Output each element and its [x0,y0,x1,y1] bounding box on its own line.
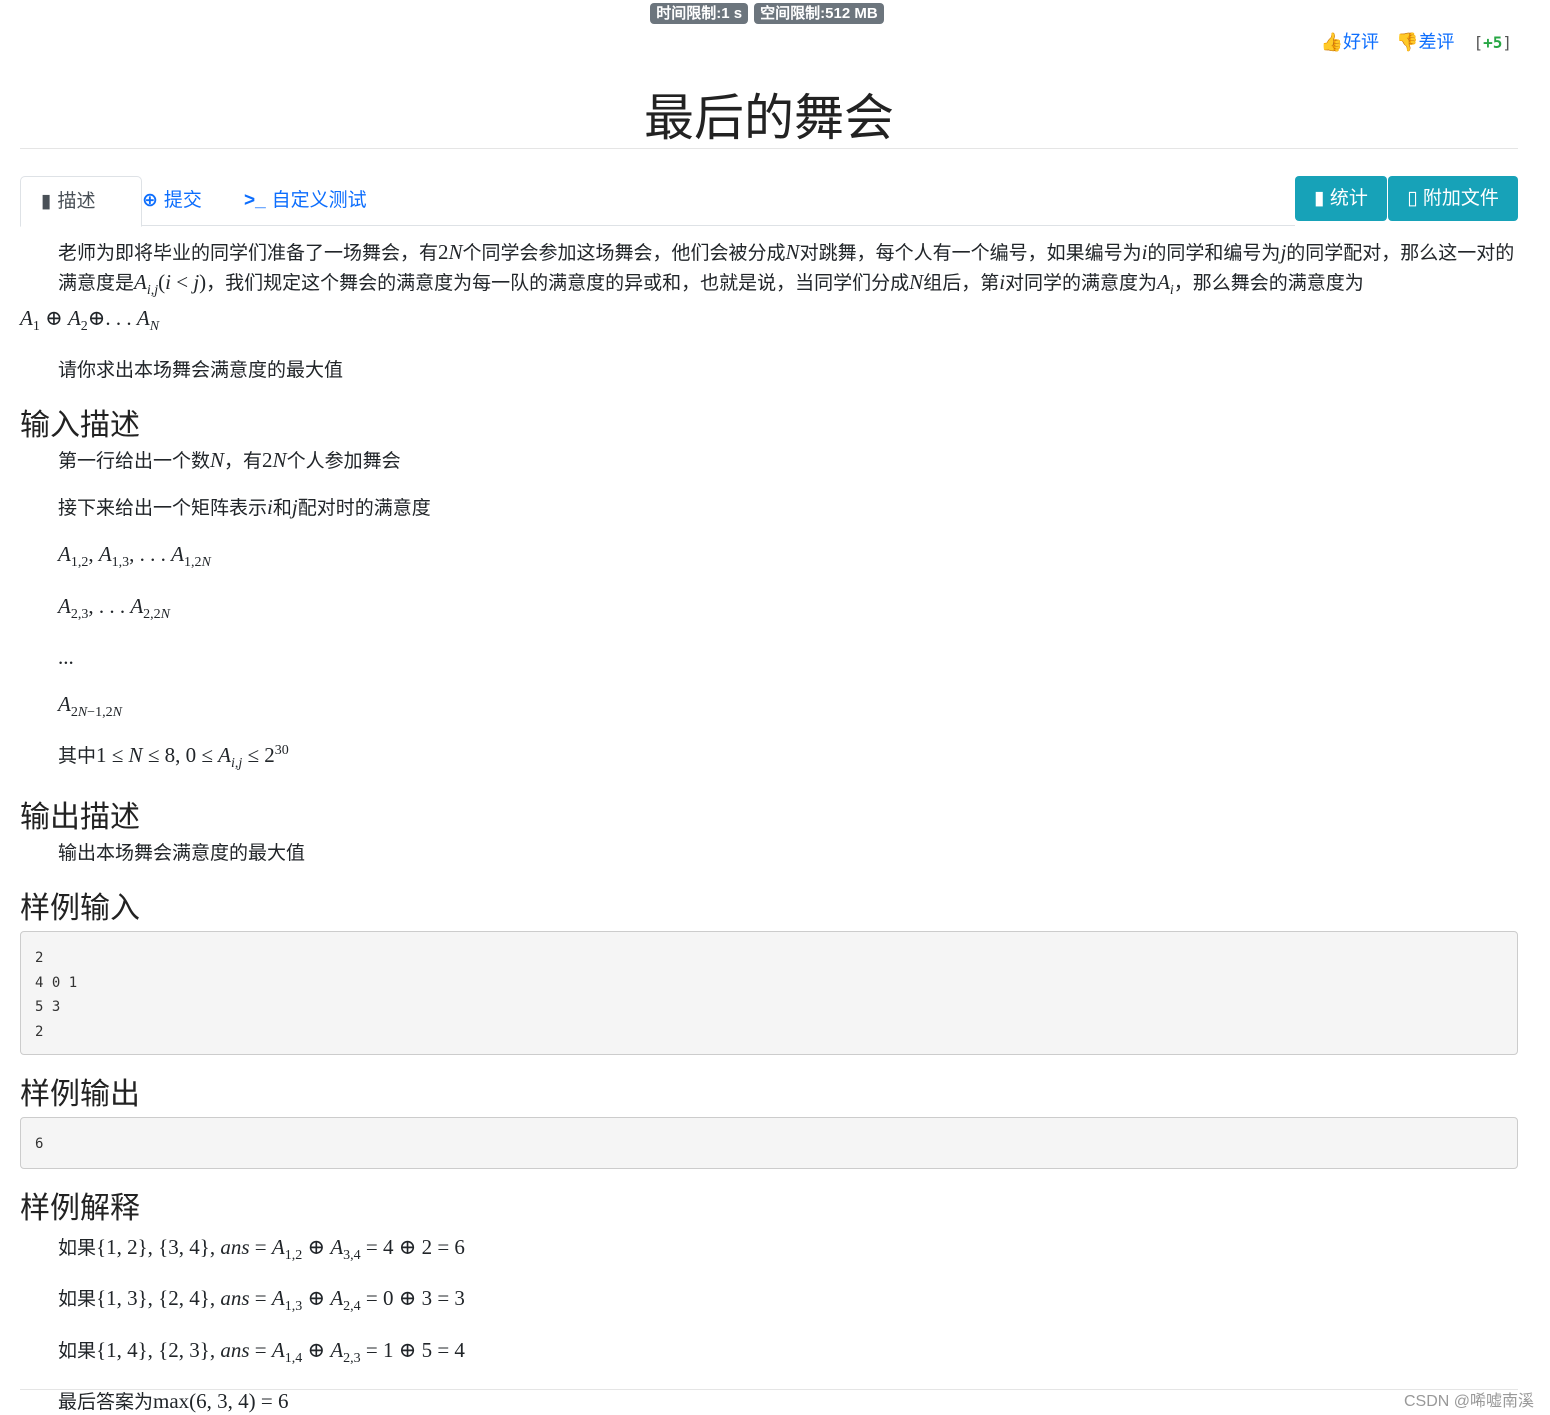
good-vote-link[interactable]: 👍好评 [1321,32,1379,52]
time-limit-badge: 时间限制:1 s [650,3,749,24]
case-prefix: 如果 [58,1289,97,1311]
book-icon: ▮ [41,191,52,212]
attachments-label: 附加文件 [1422,188,1499,209]
desc-text: ，我们规定这个舞会的满意度为每一队的满意度的异或和，也就是说，当同学们分成 [206,273,910,294]
input-heading: 输入描述 [20,409,140,443]
vote-score-value: +5 [1483,33,1503,52]
constraint-text: 其中 [58,745,97,767]
matrix-ellipsis: ... [20,645,1518,670]
math-ellipsis: ... [58,644,74,669]
matrix-row-1: A1,2, A1,3, . . . A1,2N [20,542,1518,571]
watermark: CSDN @唏嘘南溪 [1403,1393,1534,1410]
math-2n: 2N [262,448,287,473]
thumbs-down-icon: 👎 [1396,32,1419,52]
tab-description-label: 描述 [57,191,96,212]
bad-vote-label: 差评 [1418,32,1455,52]
memory-limit-badge: 空间限制:512 MB [754,3,884,24]
problem-content: 老师为即将毕业的同学们准备了一场舞会，有2N个同学会参加这场舞会，他们会被分成N… [20,232,1518,1414]
vote-bar: 👍好评 👎差评 [+5] [1321,28,1512,54]
tab-description[interactable]: ▮ 描述 [20,176,142,227]
desc-text: 对跳舞，每个人有一个编号，如果编号为 [799,243,1142,264]
tab-submit-label: 提交 [163,190,202,211]
desc-text: 个同学会参加这场舞会，他们会被分成 [462,243,786,264]
problem-tabs: ▮ 描述 ⊕ 提交 >_ 自定义测试 [20,176,1295,227]
task-paragraph: 请你求出本场舞会满意度的最大值 [58,360,344,382]
math-ai: Ai [1157,270,1174,299]
input-text: 和 [272,498,292,520]
description-paragraph: 老师为即将毕业的同学们准备了一场舞会，有2N个同学会参加这场舞会，他们会被分成N… [20,232,1518,305]
upload-circle-icon: ⊕ [142,190,158,211]
input-text: 接下来给出一个矩阵表示 [58,498,268,520]
input-text: 第一行给出一个数 [58,451,211,473]
matrix-row-last: A2N−1,2N [20,692,1518,721]
math-n: N [210,448,225,473]
math-final: max(6, 3, 4) = 6 [153,1388,289,1413]
math-2n: 2N [438,240,463,264]
input-text: ，有 [224,451,263,473]
attachments-button[interactable]: ▯ 附加文件 [1388,176,1518,221]
explanation-case-3: 如果{1, 4}, {2, 3}, ans = A1,4 ⊕ A2,3 = 1 … [20,1336,1518,1367]
sample-output-code: 6 [20,1117,1518,1170]
bottom-divider [20,1389,1518,1390]
explanation-case-2: 如果{1, 3}, {2, 4}, ans = A1,3 ⊕ A2,4 = 0 … [20,1284,1518,1315]
sample-input-heading: 样例输入 [20,892,140,926]
problem-title: 最后的舞会 [644,90,894,146]
thumbs-up-icon: 👍 [1320,32,1343,52]
case-prefix: 如果 [58,1238,97,1260]
math-xor-sum: A1 ⊕ A2⊕. . . AN [20,306,160,335]
terminal-icon: >_ [244,190,266,211]
title-divider [20,148,1518,149]
xor-formula: A1 ⊕ A2⊕. . . AN [20,305,1518,335]
desc-text: 组后，第 [923,273,1000,294]
explanation-heading: 样例解释 [20,1192,140,1226]
explanation-final: 最后答案为max(6, 3, 4) = 6 [20,1387,1518,1414]
math-row-1: A1,2, A1,3, . . . A1,2N [58,542,211,571]
stats-label: 统计 [1329,188,1368,209]
final-prefix: 最后答案为 [58,1391,154,1413]
explanation-case-1: 如果{1, 2}, {3, 4}, ans = A1,2 ⊕ A3,4 = 4 … [20,1233,1518,1264]
math-n: N [909,270,924,294]
input-line-2: 接下来给出一个矩阵表示i和j配对时的满意度 [20,493,1518,520]
tab-custom-test-label: 自定义测试 [271,190,367,211]
math-aij: Ai,j(i < j) [134,270,207,299]
output-line: 输出本场舞会满意度的最大值 [58,843,306,865]
math-row-last: A2N−1,2N [58,691,122,720]
math-case-2: {1, 3}, {2, 4}, ans = A1,3 ⊕ A2,4 = 0 ⊕ … [96,1286,465,1315]
input-line-1: 第一行给出一个数N，有2N个人参加舞会 [20,446,1518,473]
math-row-2: A2,3, . . . A2,2N [58,593,170,622]
stats-button[interactable]: ▮ 统计 [1295,176,1387,221]
desc-text: 的同学和编号为 [1147,243,1281,264]
math-case-1: {1, 2}, {3, 4}, ans = A1,2 ⊕ A3,4 = 4 ⊕ … [96,1235,465,1264]
math-constraint: 1 ≤ N ≤ 8, 0 ≤ Ai,j ≤ 230 [96,742,289,772]
vote-score: [+5] [1473,33,1512,52]
tab-submit[interactable]: ⊕ 提交 [142,176,202,225]
output-heading: 输出描述 [20,801,140,835]
tab-custom-test[interactable]: >_ 自定义测试 [244,176,367,225]
input-text: 个人参加舞会 [286,451,401,473]
input-text: 配对时的满意度 [297,498,431,520]
desc-text: 老师为即将毕业的同学们准备了一场舞会，有 [58,243,439,264]
case-prefix: 如果 [58,1340,97,1362]
bar-chart-icon: ▮ [1314,188,1325,209]
sample-input-code: 2 4 0 1 5 3 2 [20,931,1518,1056]
limits-bar: 时间限制:1 s 空间限制:512 MB [0,3,1534,24]
desc-text: ，那么舞会的满意度为 [1173,273,1364,294]
desc-text: 对同学的满意度为 [1005,273,1158,294]
bad-vote-link[interactable]: 👎差评 [1396,32,1454,52]
matrix-row-2: A2,3, . . . A2,2N [20,594,1518,623]
math-n: N [785,240,800,264]
file-icon: ▯ [1407,188,1418,209]
constraint-line: 其中1 ≤ N ≤ 8, 0 ≤ Ai,j ≤ 230 [20,741,1518,772]
math-case-3: {1, 4}, {2, 3}, ans = A1,4 ⊕ A2,3 = 1 ⊕ … [96,1337,465,1366]
good-vote-label: 好评 [1343,32,1379,52]
sample-output-heading: 样例输出 [20,1078,140,1112]
